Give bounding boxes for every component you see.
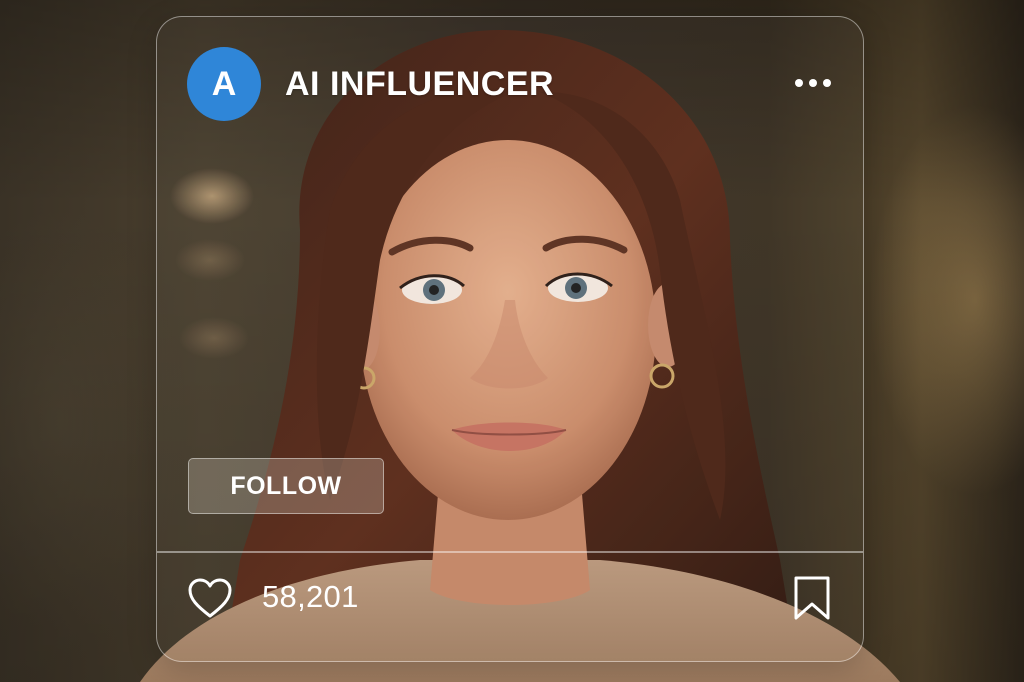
- divider: [157, 551, 863, 553]
- post-card: A AI INFLUENCER FOLLOW 58,201: [156, 16, 864, 662]
- username[interactable]: AI INFLUENCER: [285, 65, 554, 104]
- more-dot: [795, 79, 803, 87]
- avatar[interactable]: A: [187, 47, 261, 121]
- more-horizontal-icon[interactable]: [793, 75, 833, 91]
- more-dot: [809, 79, 817, 87]
- more-dot: [823, 79, 831, 87]
- heart-icon[interactable]: [187, 577, 233, 619]
- follow-button[interactable]: FOLLOW: [188, 458, 384, 514]
- like-count: 58,201: [262, 579, 359, 614]
- bookmark-icon[interactable]: [793, 575, 831, 621]
